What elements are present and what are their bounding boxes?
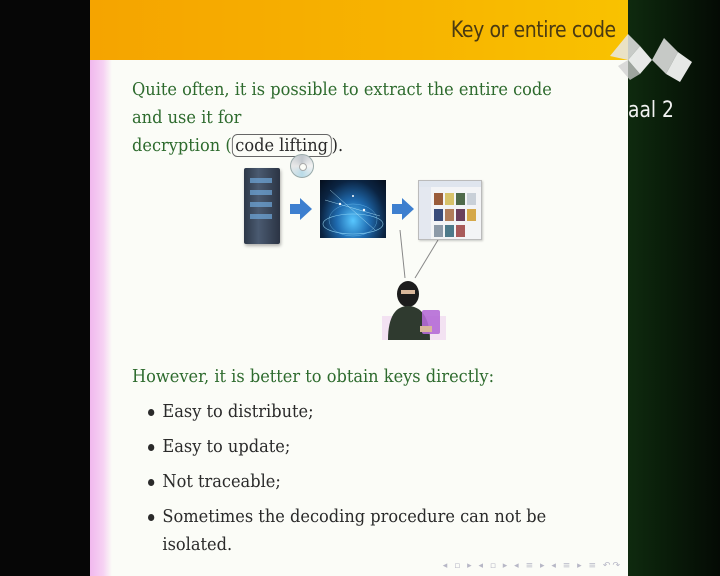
slide-navigation-bar[interactable]: ◂ ▫ ▸ ◂ ▫ ▸ ◂ ≡ ▸ ◂ ≡ ▸ ≡ ↶↷ [443, 561, 622, 571]
list-item: Not traceable; [148, 468, 580, 503]
slide-header: Key or entire code [90, 0, 628, 60]
server-icon [244, 168, 280, 244]
list-item: Sometimes the decoding procedure can not… [148, 503, 580, 555]
app-screenshot-icon [418, 180, 482, 240]
channel-name: aal 2 [628, 98, 674, 123]
hacker-icon [382, 276, 446, 340]
list-item: Easy to distribute; [148, 398, 580, 433]
bullet-icon [148, 479, 155, 486]
disc-icon [290, 154, 314, 178]
intro-paragraph: Quite often, it is possible to extract t… [132, 76, 555, 160]
however-statement: However, it is better to obtain keys dir… [132, 366, 495, 387]
intro-text-1: Quite often, it is possible to extract t… [132, 79, 552, 128]
broadcaster-logo-icon [610, 34, 692, 82]
bullet-icon [148, 514, 155, 521]
video-frame: Key or entire code Quite often, it is po… [0, 0, 720, 576]
arrow-right-icon [290, 198, 312, 220]
reasons-list: Easy to distribute; Easy to update; Not … [148, 398, 628, 555]
presentation-slide: Key or entire code Quite often, it is po… [90, 0, 628, 576]
bullet-icon [148, 409, 155, 416]
code-lifting-diagram [240, 150, 540, 350]
bullet-icon [148, 444, 155, 451]
slide-title: Key or entire code [451, 18, 616, 43]
decorative-stripe [90, 60, 112, 576]
intro-text-2: decryption ( [132, 135, 232, 156]
list-item: Easy to update; [148, 433, 580, 468]
left-black-border [0, 0, 90, 576]
globe-network-icon [320, 180, 386, 238]
arrow-right-icon [392, 198, 414, 220]
